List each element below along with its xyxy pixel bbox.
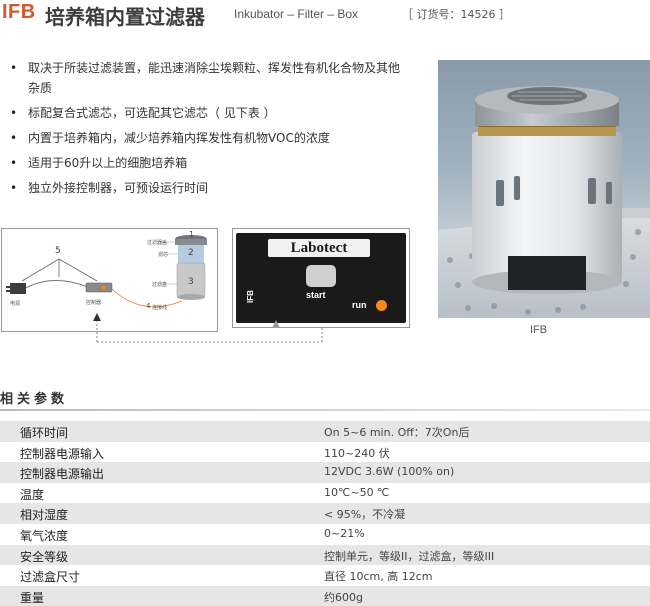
- param-value: 10℃~50 ℃: [324, 485, 390, 499]
- label-controller: 控制器: [86, 300, 102, 306]
- run-label: run: [352, 300, 367, 310]
- brand-logo: Labotect: [268, 239, 370, 257]
- product-title: 培养箱内置过滤器: [45, 5, 205, 29]
- schematic-drawing: [6, 235, 207, 308]
- table-row: 相对湿度 < 95%，不冷凝: [0, 503, 650, 524]
- diagram-number-2: 2: [188, 248, 194, 258]
- diagram-number-5: 5: [55, 246, 61, 256]
- param-value: 0~21%: [324, 526, 365, 540]
- table-row: 氧气浓度 0~21%: [0, 524, 650, 545]
- controller-panel-frame: Labotect start run IFB: [232, 228, 410, 328]
- param-name: 温度: [20, 487, 45, 502]
- table-row: 控制器电源输入 110~240 伏: [0, 442, 650, 463]
- label-connect-cable: 连接线: [152, 305, 168, 311]
- param-value: 约600g: [324, 590, 363, 604]
- param-name: 安全等级: [20, 549, 69, 564]
- diagram-number-3: 3: [188, 277, 194, 287]
- start-label: start: [306, 290, 326, 300]
- label-power: 电源: [10, 301, 21, 307]
- table-row: 过滤盒尺寸 直径 10cm, 高 12cm: [0, 565, 650, 586]
- schematic-diagram: 1 2 3 4 5 过滤器盖 滤芯 过滤盒 连接线 电源 控制器: [1, 228, 218, 332]
- model-code: IFB: [2, 1, 36, 23]
- feature-item: 独立外接控制器，可预设运行时间: [10, 178, 410, 198]
- feature-item: 标配复合式滤芯，可选配其它滤芯（ 见下表 ）: [10, 103, 410, 123]
- controller-model-label: IFB: [246, 290, 255, 303]
- run-indicator-led: [376, 300, 387, 311]
- param-name: 相对湿度: [20, 508, 69, 523]
- feature-item: 适用于60升以上的细胞培养箱: [10, 153, 410, 173]
- param-value: On 5~6 min. Off：7次On后: [324, 426, 470, 439]
- label-filter-box: 过滤盒: [152, 282, 168, 288]
- label-cartridge: 滤芯: [158, 252, 169, 258]
- table-row: 重量 约600g: [0, 585, 650, 606]
- table-row: 安全等级 控制单元，等级II，过滤盒，等级III: [0, 544, 650, 566]
- product-subtitle: Inkubator – Filter – Box: [234, 7, 359, 21]
- section-divider: [0, 409, 650, 411]
- section-title: 相关参数: [0, 392, 69, 407]
- brand-name: Labotect: [290, 240, 348, 256]
- order-number: ［ 订货号：14526 ］: [402, 8, 510, 21]
- label-filter-cover: 过滤器盖: [147, 240, 168, 246]
- product-photo: [438, 60, 650, 318]
- page-header: IFB 培养箱内置过滤器 Inkubator – Filter – Box ［ …: [0, 0, 650, 30]
- param-value: 控制单元，等级II，过滤盒，等级III: [324, 549, 495, 563]
- table-row: 控制器电源输出 12VDC 3.6W (100% on): [0, 462, 650, 483]
- table-row: 温度 10℃~50 ℃: [0, 483, 650, 504]
- param-value: 110~240 伏: [324, 446, 390, 460]
- param-name: 氧气浓度: [20, 528, 69, 543]
- param-name: 控制器电源输入: [20, 446, 105, 461]
- diagram-number-1: 1: [189, 230, 195, 239]
- param-name: 控制器电源输出: [20, 467, 105, 482]
- table-row: 循环时间 On 5~6 min. Off：7次On后: [0, 421, 650, 442]
- param-value: 直径 10cm, 高 12cm: [324, 570, 433, 584]
- param-name: 过滤盒尺寸: [20, 570, 81, 585]
- param-name: 重量: [20, 590, 45, 605]
- photo-caption: IFB: [530, 324, 548, 336]
- feature-list: 取决于所装过滤装置，能迅速消除尘埃颗粒、挥发性有机化合物及其他杂质 标配复合式滤…: [10, 58, 410, 203]
- feature-item: 取决于所装过滤装置，能迅速消除尘埃颗粒、挥发性有机化合物及其他杂质: [10, 58, 410, 98]
- param-value: 12VDC 3.6W (100% on): [324, 465, 455, 479]
- feature-item: 内置于培养箱内，减少培养箱内挥发性有机物VOC的浓度: [10, 128, 410, 148]
- start-button[interactable]: [306, 265, 336, 287]
- parameters-table: 循环时间 On 5~6 min. Off：7次On后 控制器电源输入 110~2…: [0, 421, 650, 606]
- diagram-number-4: 4: [146, 302, 151, 310]
- controller-panel: Labotect start run IFB: [236, 233, 406, 323]
- param-name: 循环时间: [20, 426, 69, 440]
- filter-box-illustration: [438, 86, 650, 318]
- param-value: < 95%，不冷凝: [324, 508, 406, 522]
